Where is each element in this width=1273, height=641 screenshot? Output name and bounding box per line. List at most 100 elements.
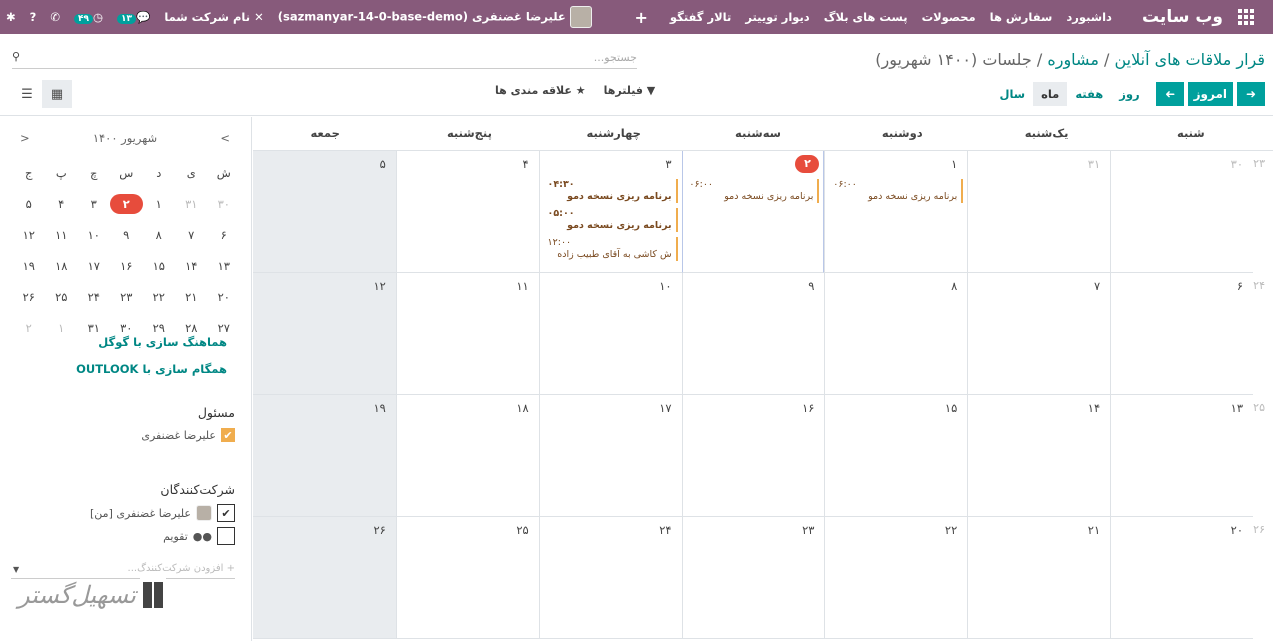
calendar-day-cell[interactable]: ۵ bbox=[252, 151, 396, 273]
mini-day[interactable]: ۱۶ bbox=[110, 259, 143, 273]
mini-day[interactable]: ۲۲ bbox=[143, 290, 176, 304]
mini-day[interactable]: ۲۱ bbox=[175, 290, 208, 304]
calendar-day-cell[interactable]: ۲۶ bbox=[253, 517, 396, 639]
mini-day[interactable]: ۵ bbox=[13, 197, 46, 211]
calendar-day-cell[interactable]: ۲۲ bbox=[824, 517, 968, 639]
calendar-day-cell[interactable]: ۱۵ bbox=[824, 395, 968, 517]
scale-week-button[interactable]: هفته bbox=[1067, 82, 1111, 106]
mini-day[interactable]: ۲ bbox=[13, 321, 46, 335]
mini-day[interactable]: ۲۹ bbox=[143, 321, 176, 335]
responsible-filter-item[interactable]: ✔ علیرضا غضنفری bbox=[141, 428, 235, 442]
mini-day[interactable]: ۲۷ bbox=[208, 321, 241, 335]
mini-day[interactable]: ۱۴ bbox=[175, 259, 208, 273]
mini-day[interactable]: ۱۷ bbox=[78, 259, 111, 273]
calendar-day-cell[interactable]: ۱۴ bbox=[967, 395, 1111, 517]
calendar-day-cell[interactable]: ۲۰ bbox=[1110, 517, 1253, 639]
search-icon[interactable]: ⚲ bbox=[12, 50, 20, 63]
calendar-day-cell[interactable]: ۹ bbox=[681, 273, 825, 395]
calendar-day-cell[interactable]: ۲۱ bbox=[967, 517, 1111, 639]
search-input[interactable] bbox=[37, 47, 637, 67]
mini-day[interactable]: ۲۰ bbox=[208, 290, 241, 304]
calendar-day-cell[interactable]: ۱ ۰۶:۰۰ برنامه ریزی نسخه دمو bbox=[824, 151, 968, 273]
calendar-day-cell[interactable]: ۲۵ bbox=[395, 517, 539, 639]
calendar-day-cell[interactable]: ۱۰ bbox=[538, 273, 682, 395]
breadcrumb-mid[interactable]: مشاوره bbox=[1047, 50, 1099, 69]
calendar-day-cell[interactable]: ۴ bbox=[395, 151, 539, 273]
calendar-day-cell[interactable]: ۳۱ bbox=[967, 151, 1111, 273]
calendar-event[interactable]: ۱۲:۰۰ ش کاشی به آقای طبیب زاده bbox=[542, 237, 678, 261]
mini-day[interactable]: ۳ bbox=[78, 197, 111, 211]
mini-day[interactable]: ۶ bbox=[208, 228, 241, 242]
mini-day[interactable]: ۱۱ bbox=[45, 228, 78, 242]
mini-next-chevron-icon[interactable]: > bbox=[20, 131, 30, 145]
mini-day[interactable]: ۸ bbox=[143, 228, 176, 242]
help-icon[interactable]: ? bbox=[30, 10, 37, 24]
menu-forum[interactable]: تالار گفتگو bbox=[670, 10, 731, 24]
mini-day[interactable]: ۱۸ bbox=[45, 259, 78, 273]
next-button[interactable]: ➜ bbox=[1237, 82, 1265, 106]
mini-day[interactable]: ۴ bbox=[45, 197, 78, 211]
calendar-day-cell[interactable]: ۱۲ bbox=[253, 273, 396, 395]
calendar-day-cell[interactable]: ۳ ۰۴:۳۰ برنامه ریزی نسخه دمو ۰۵:۰۰ برنامه ری… bbox=[538, 151, 682, 273]
attendee-me-item[interactable]: ✔ علیرضا غضنفری [من] bbox=[90, 504, 235, 522]
favorites-button[interactable]: ★ علاقه مندی ها bbox=[495, 84, 586, 97]
calendar-day-cell[interactable]: ۱۱ bbox=[395, 273, 539, 395]
mini-day[interactable]: ۲۳ bbox=[110, 290, 143, 304]
calendar-day-cell[interactable]: ۱۸ bbox=[395, 395, 539, 517]
calendar-day-cell[interactable]: ۱۹ bbox=[253, 395, 396, 517]
attendee-me-checkbox[interactable]: ✔ bbox=[217, 504, 235, 522]
calendar-view-icon[interactable]: ▦ bbox=[42, 80, 72, 108]
breadcrumb-root[interactable]: قرار ملاقات های آنلاین bbox=[1114, 50, 1265, 69]
add-plus-icon[interactable]: + bbox=[635, 8, 648, 27]
mini-day[interactable]: ۱۵ bbox=[143, 259, 176, 273]
calendar-event[interactable]: ۰۶:۰۰ برنامه ریزی نسخه دمو bbox=[827, 179, 964, 203]
prev-button[interactable]: ➜ bbox=[1155, 82, 1184, 106]
menu-dashboard[interactable]: داشبورد bbox=[1066, 10, 1112, 24]
mini-day[interactable]: ۲۶ bbox=[13, 290, 46, 304]
calendar-day-cell[interactable]: ۱۳ bbox=[1110, 395, 1253, 517]
attendee-calendar-item[interactable]: ●● تقویم bbox=[163, 527, 235, 545]
filters-button[interactable]: ▼ فیلترها bbox=[604, 84, 656, 97]
calendar-day-cell[interactable]: ۷ bbox=[967, 273, 1111, 395]
mini-day[interactable]: ۲۵ bbox=[45, 290, 78, 304]
attendee-calendar-checkbox[interactable] bbox=[217, 527, 235, 545]
today-button[interactable]: امروز bbox=[1187, 82, 1233, 106]
list-view-icon[interactable]: ☰ bbox=[12, 80, 42, 108]
mini-day[interactable]: ۱ bbox=[45, 321, 78, 335]
scale-month-button[interactable]: ماه bbox=[1033, 82, 1068, 106]
mini-prev-chevron-icon[interactable]: < bbox=[220, 131, 230, 145]
responsible-checkbox[interactable]: ✔ bbox=[221, 428, 235, 442]
mini-day[interactable]: ۳۱ bbox=[175, 197, 208, 211]
mini-day-today[interactable]: ۲ bbox=[110, 193, 143, 214]
dropdown-caret-icon[interactable]: ▼ bbox=[13, 565, 19, 574]
scale-year-button[interactable]: سال bbox=[991, 82, 1033, 106]
calendar-day-cell[interactable]: ۲۳ bbox=[681, 517, 825, 639]
calendar-event[interactable]: ۰۴:۳۰ برنامه ریزی نسخه دمو bbox=[542, 179, 678, 203]
activity-menu[interactable]: ◷۴۹ bbox=[73, 10, 103, 25]
calendar-day-cell[interactable]: ۱۷ bbox=[538, 395, 682, 517]
phone-icon[interactable]: ✆ bbox=[50, 10, 60, 24]
apps-menu-button[interactable] bbox=[1231, 0, 1261, 34]
mini-day[interactable]: ۲۸ bbox=[175, 321, 208, 335]
mini-day[interactable]: ۱۹ bbox=[13, 259, 46, 273]
calendar-event[interactable]: ۰۶:۰۰ برنامه ریزی نسخه دمو bbox=[683, 179, 820, 203]
chat-menu[interactable]: 💬۱۳ bbox=[117, 10, 150, 25]
mini-day[interactable]: ۲۴ bbox=[78, 290, 111, 304]
menu-orders[interactable]: سفارش ها bbox=[990, 10, 1053, 24]
mini-day[interactable]: ۱۳ bbox=[208, 259, 241, 273]
google-sync-link[interactable]: هماهنگ سازی با گوگل bbox=[98, 335, 227, 349]
mini-day[interactable]: ۳۰ bbox=[208, 197, 241, 211]
scale-day-button[interactable]: روز bbox=[1111, 82, 1147, 106]
app-brand[interactable]: وب سایت bbox=[1142, 7, 1223, 27]
debug-bug-icon[interactable]: ✱ bbox=[6, 10, 16, 24]
calendar-event[interactable]: ۰۵:۰۰ برنامه ریزی نسخه دمو bbox=[542, 208, 678, 232]
mini-day[interactable]: ۱ bbox=[143, 197, 176, 211]
outlook-sync-link[interactable]: همگام سازی با OUTLOOK bbox=[76, 362, 227, 376]
user-menu[interactable]: علیرضا غضنفری (sazmanyar-14-0-base-demo) bbox=[278, 6, 592, 28]
mini-day[interactable]: ۷ bbox=[175, 228, 208, 242]
calendar-day-cell[interactable]: ۲۴ bbox=[538, 517, 682, 639]
menu-twitter-wall[interactable]: دیوار توییتر bbox=[745, 10, 809, 24]
mini-day[interactable]: ۱۲ bbox=[13, 228, 46, 242]
calendar-day-cell[interactable]: ۳۰ bbox=[1110, 151, 1253, 273]
company-switcher[interactable]: ✕ نام شرکت شما bbox=[164, 10, 263, 24]
